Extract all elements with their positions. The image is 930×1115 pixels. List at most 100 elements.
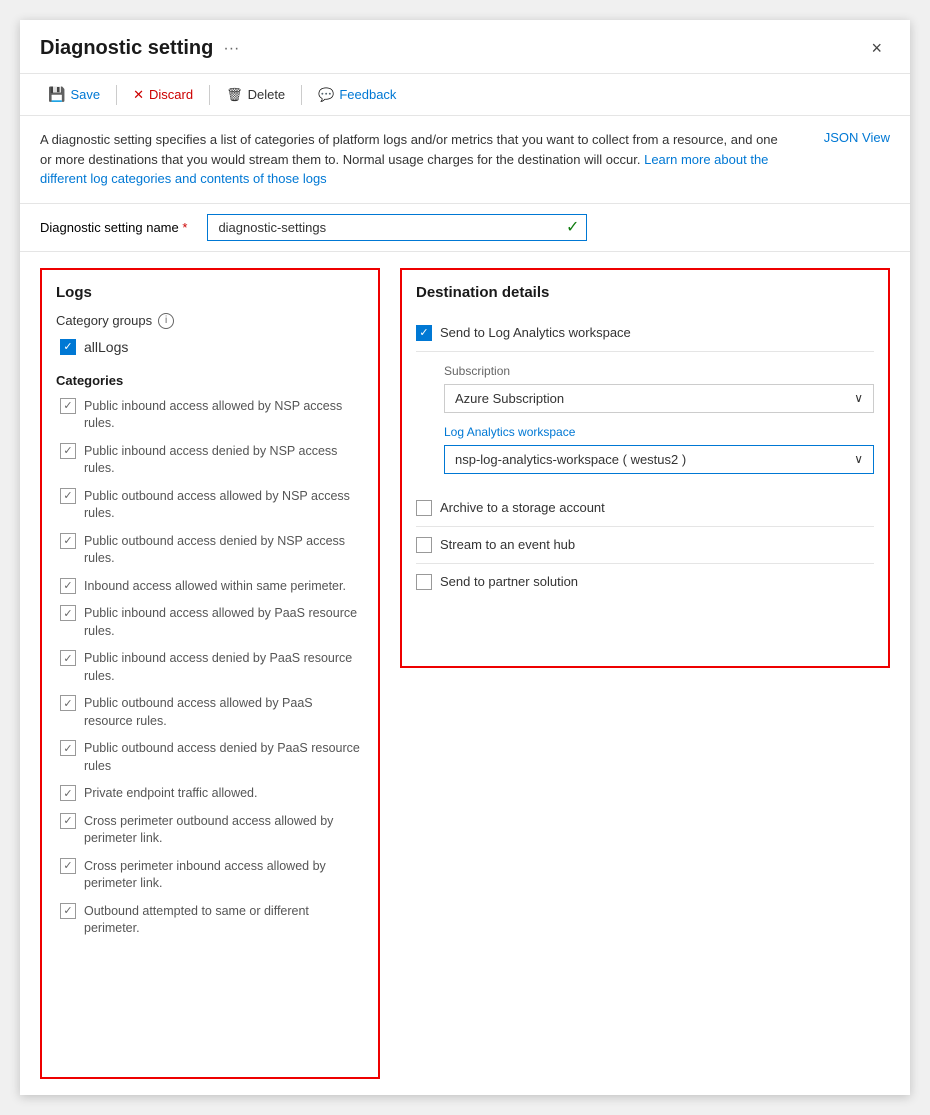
diagnostic-setting-dialog: Diagnostic setting ··· × 💾 Save ✕ Discar… [20,20,910,1095]
log-analytics-sub-section: Subscription Azure Subscription ∨ Log An… [416,352,874,490]
dest-option-partner: Send to partner solution [416,564,874,600]
partner-checkbox[interactable] [416,574,432,590]
destination-panel: Destination details Send to Log Analytic… [400,268,890,668]
event-hub-label: Stream to an event hub [440,537,575,552]
category-label-6: Public inbound access denied by PaaS res… [84,650,364,685]
delete-label: Delete [248,87,286,102]
category-item: Cross perimeter outbound access allowed … [56,813,364,848]
category-item: Public outbound access denied by NSP acc… [56,533,364,568]
category-item: Outbound attempted to same or different … [56,903,364,938]
category-item: Inbound access allowed within same perim… [56,578,364,596]
toolbar-separator-3 [301,85,302,105]
subscription-chevron-icon: ∨ [854,391,863,405]
category-item: Public inbound access denied by NSP acce… [56,443,364,478]
delete-icon: 🗑 [226,87,243,103]
title-left: Diagnostic setting ··· [40,37,239,60]
categories-title: Categories [56,373,364,388]
category-label-12: Outbound attempted to same or different … [84,903,364,938]
info-text: A diagnostic setting specifies a list of… [40,130,790,189]
category-label-2: Public outbound access allowed by NSP ac… [84,488,364,523]
feedback-icon: 💬 [318,87,334,103]
category-label-0: Public inbound access allowed by NSP acc… [84,398,364,433]
feedback-button[interactable]: 💬 Feedback [310,83,404,107]
setting-name-input-wrap: ✓ [207,214,587,241]
workspace-value: nsp-log-analytics-workspace ( westus2 ) [455,452,686,467]
info-section: A diagnostic setting specifies a list of… [20,116,910,204]
dest-option-storage: Archive to a storage account [416,490,874,527]
category-item: Public inbound access allowed by PaaS re… [56,605,364,640]
setting-name-row: Diagnostic setting name * ✓ [20,204,910,252]
category-checkbox-2[interactable] [60,488,76,504]
category-checkbox-4[interactable] [60,578,76,594]
save-icon: 💾 [48,86,65,103]
storage-label: Archive to a storage account [440,500,605,515]
category-groups-label-text: Category groups [56,313,152,328]
category-checkbox-1[interactable] [60,443,76,459]
category-checkbox-8[interactable] [60,740,76,756]
category-label-7: Public outbound access allowed by PaaS r… [84,695,364,730]
save-button[interactable]: 💾 Save [40,82,108,107]
logs-panel-title: Logs [56,284,364,301]
log-analytics-option-row: Send to Log Analytics workspace [416,315,874,352]
categories-section: Categories Public inbound access allowed… [56,373,364,938]
category-item: Public inbound access denied by PaaS res… [56,650,364,685]
toolbar: 💾 Save ✕ Discard 🗑 Delete 💬 Feedback [20,74,910,116]
workspace-label: Log Analytics workspace [444,425,874,439]
workspace-chevron-icon: ∨ [854,452,863,466]
main-content: Logs Category groups i allLogs Categorie… [20,252,910,1096]
subscription-value: Azure Subscription [455,391,564,406]
subscription-dropdown[interactable]: Azure Subscription ∨ [444,384,874,413]
json-view-link[interactable]: JSON View [824,130,890,145]
log-analytics-label: Send to Log Analytics workspace [440,325,631,340]
category-checkbox-3[interactable] [60,533,76,549]
all-logs-item: allLogs [60,339,364,355]
feedback-label: Feedback [339,87,396,102]
all-logs-label: allLogs [84,339,128,355]
category-checkbox-6[interactable] [60,650,76,666]
category-label-9: Private endpoint traffic allowed. [84,785,257,803]
category-label-1: Public inbound access denied by NSP acce… [84,443,364,478]
category-checkbox-9[interactable] [60,785,76,801]
category-checkbox-0[interactable] [60,398,76,414]
check-icon: ✓ [566,217,579,237]
partner-label: Send to partner solution [440,574,578,589]
required-star: * [182,220,187,235]
category-label-11: Cross perimeter inbound access allowed b… [84,858,364,893]
category-label-10: Cross perimeter outbound access allowed … [84,813,364,848]
destination-panel-title: Destination details [416,284,874,301]
category-item: Public outbound access denied by PaaS re… [56,740,364,775]
category-label-4: Inbound access allowed within same perim… [84,578,346,596]
all-logs-checkbox[interactable] [60,339,76,355]
category-item: Public outbound access allowed by PaaS r… [56,695,364,730]
category-item: Public inbound access allowed by NSP acc… [56,398,364,433]
category-groups-header: Category groups i [56,313,364,329]
category-checkbox-5[interactable] [60,605,76,621]
category-label-3: Public outbound access denied by NSP acc… [84,533,364,568]
category-label-5: Public inbound access allowed by PaaS re… [84,605,364,640]
title-ellipsis[interactable]: ··· [223,40,239,58]
discard-icon: ✕ [133,87,144,103]
dialog-title: Diagnostic setting [40,37,213,60]
dest-option-event-hub: Stream to an event hub [416,527,874,564]
toolbar-separator-2 [209,85,210,105]
subscription-label: Subscription [444,364,874,378]
info-icon[interactable]: i [158,313,174,329]
category-item: Private endpoint traffic allowed. [56,785,364,803]
logs-panel: Logs Category groups i allLogs Categorie… [40,268,380,1080]
category-checkbox-12[interactable] [60,903,76,919]
category-checkbox-7[interactable] [60,695,76,711]
event-hub-checkbox[interactable] [416,537,432,553]
log-analytics-checkbox[interactable] [416,325,432,341]
category-checkbox-10[interactable] [60,813,76,829]
category-checkbox-11[interactable] [60,858,76,874]
category-item: Cross perimeter inbound access allowed b… [56,858,364,893]
delete-button[interactable]: 🗑 Delete [218,83,293,107]
discard-button[interactable]: ✕ Discard [125,83,201,107]
close-button[interactable]: × [863,34,890,63]
category-label-8: Public outbound access denied by PaaS re… [84,740,364,775]
storage-checkbox[interactable] [416,500,432,516]
setting-name-input[interactable] [207,214,587,241]
workspace-dropdown[interactable]: nsp-log-analytics-workspace ( westus2 ) … [444,445,874,474]
save-label: Save [70,87,100,102]
title-bar: Diagnostic setting ··· × [20,20,910,74]
